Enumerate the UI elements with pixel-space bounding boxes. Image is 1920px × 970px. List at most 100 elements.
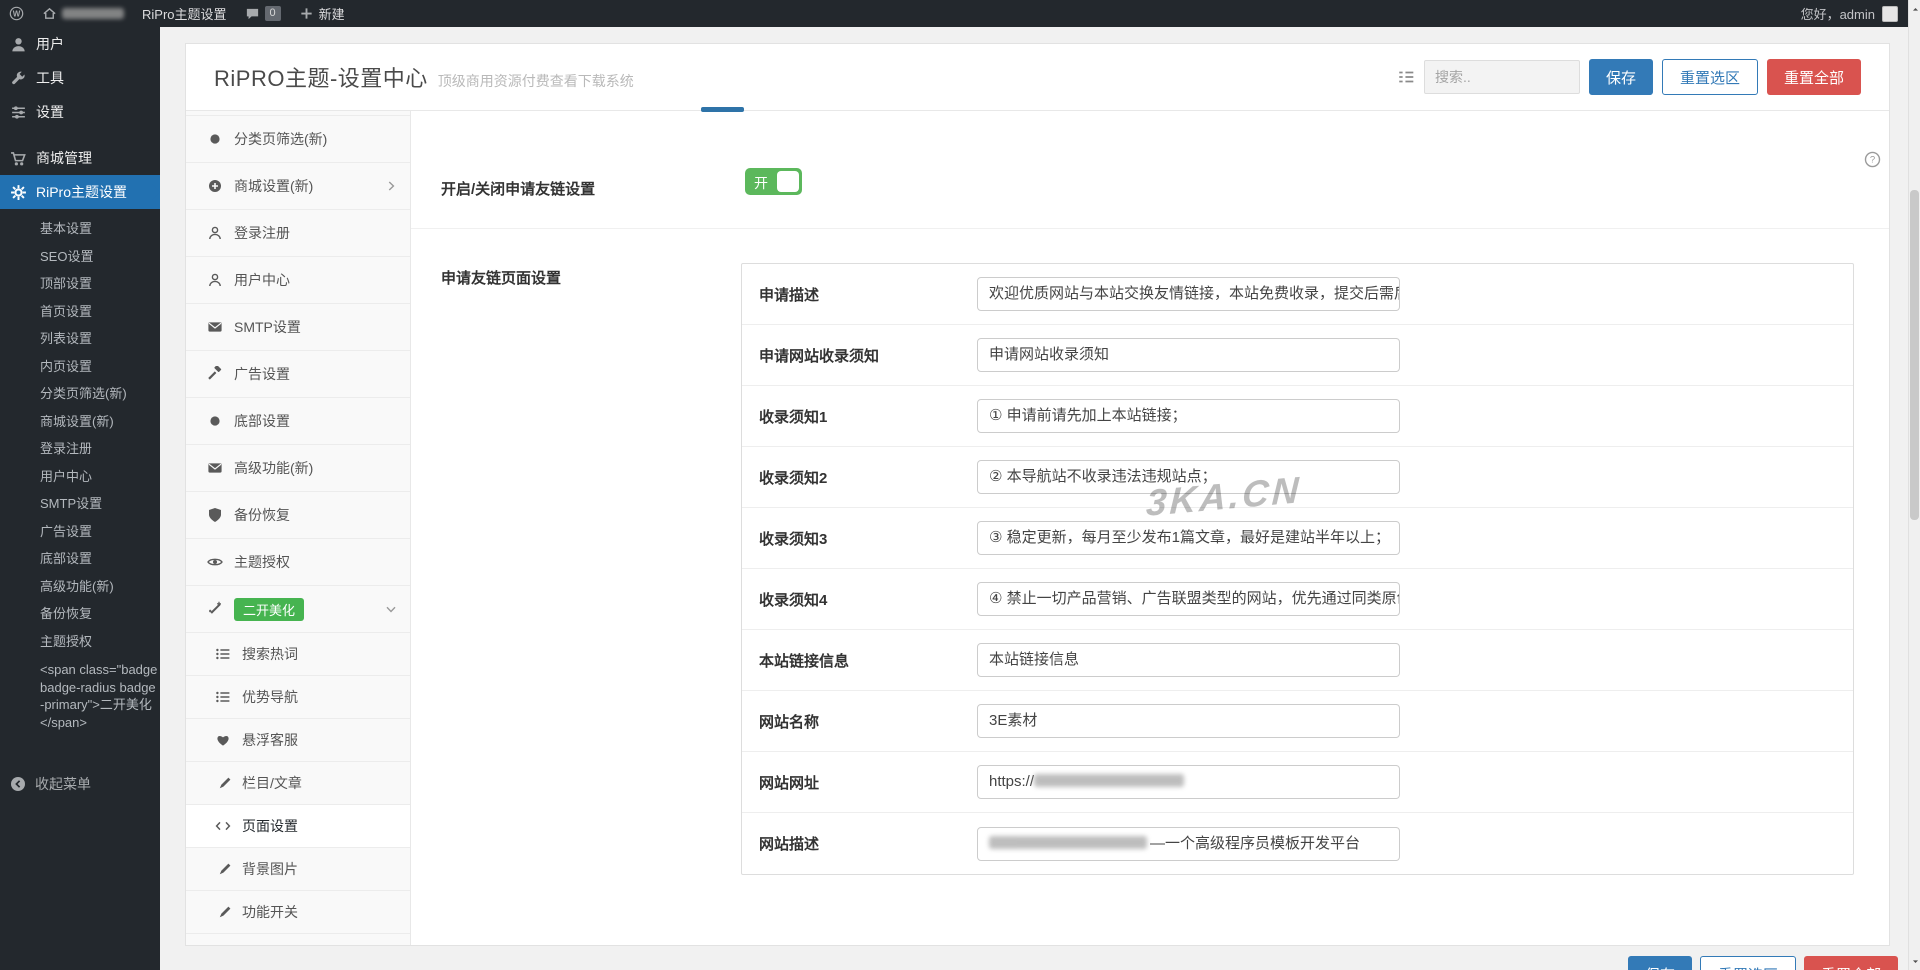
scrollbar-thumb[interactable] — [1910, 190, 1919, 520]
footer-save-button[interactable]: 保存 — [1628, 956, 1692, 970]
sidebar-item-cart[interactable]: 商城管理 — [0, 141, 160, 175]
brush-icon — [214, 904, 231, 920]
field-input[interactable]: 申请网站收录须知 — [977, 338, 1400, 372]
settings-nav-item[interactable]: 广告设置 — [186, 351, 410, 398]
field-input[interactable]: ③ 稳定更新，每月至少发布1篇文章，最好是建站半年以上； — [977, 521, 1400, 555]
settings-nav-item[interactable]: 搜索热词 — [186, 633, 410, 676]
save-button[interactable]: 保存 — [1589, 59, 1653, 95]
settings-nav-item[interactable]: 功能开关 — [186, 891, 410, 934]
footer-reset-all-button[interactable]: 重置全部 — [1804, 956, 1898, 970]
settings-content: 开启/关闭申请友链设置 开 ? 申请友链页面设置 申请描述欢迎优质网站与本站交换… — [411, 111, 1889, 945]
settings-nav-item[interactable]: 页面设置 — [186, 805, 410, 848]
collapse-menu-button[interactable]: 收起菜单 — [0, 767, 160, 801]
sidebar-subitem[interactable]: 顶部设置 — [0, 270, 160, 298]
field-input[interactable]: ① 申请前请先加上本站链接； — [977, 399, 1400, 433]
settings-nav-item[interactable]: 主题授权 — [186, 539, 410, 586]
search-input[interactable] — [1424, 60, 1580, 94]
field-input[interactable]: ④ 禁止一切产品营销、广告联盟类型的网站，优先通过同类原创、 — [977, 582, 1400, 616]
settings-nav-item[interactable]: 分类页筛选(新) — [186, 116, 410, 163]
help-icon[interactable]: ? — [1864, 151, 1881, 173]
settings-nav-item[interactable]: 悬浮客服 — [186, 719, 410, 762]
scrollbar-down-icon[interactable] — [1909, 954, 1920, 968]
settings-nav-label: 高级功能(新) — [234, 458, 313, 478]
friend-link-settings-card: 申请描述欢迎优质网站与本站交换友情链接，本站免费收录，提交后需后台申请网站收录须… — [741, 263, 1854, 875]
field-value: ② 本导航站不收录违法违规站点； — [989, 468, 1217, 485]
settings-nav-label: 功能开关 — [242, 902, 298, 922]
field-value: https:// — [989, 773, 1034, 790]
sidebar-subitem[interactable]: 列表设置 — [0, 325, 160, 353]
wp-logo-menu[interactable]: W — [0, 0, 33, 27]
main-area: RiPRO主题-设置中心 顶级商用资源付费查看下载系统 保存 重置选区 重置全部… — [160, 27, 1908, 970]
settings-nav-label: 商城设置(新) — [234, 176, 313, 196]
sidebar-item-label: 设置 — [36, 102, 64, 122]
sidebar-subitem[interactable]: 基本设置 — [0, 215, 160, 243]
toggle-columns-icon[interactable] — [1397, 68, 1415, 86]
wordpress-icon: W — [9, 6, 24, 21]
sidebar-subitem[interactable]: 分类页筛选(新) — [0, 380, 160, 408]
settings-nav-label: 主题授权 — [234, 552, 290, 572]
sidebar-item-sliders[interactable]: 设置 — [0, 95, 160, 129]
reset-all-button[interactable]: 重置全部 — [1767, 59, 1861, 95]
reset-section-button[interactable]: 重置选区 — [1662, 59, 1758, 95]
sidebar-subitem[interactable]: 高级功能(新) — [0, 573, 160, 601]
settings-nav-item[interactable]: 登录注册 — [186, 210, 410, 257]
field-input[interactable]: —一个高级程序员模板开发平台 — [977, 827, 1400, 861]
sidebar-subitem[interactable]: 商城设置(新) — [0, 408, 160, 436]
friend-link-toggle[interactable]: 开 — [745, 168, 802, 195]
sidebar-subitem[interactable]: 登录注册 — [0, 435, 160, 463]
settings-nav-label: 用户中心 — [234, 270, 290, 290]
tab-indicator — [701, 107, 744, 112]
sidebar-subitem[interactable]: 用户中心 — [0, 463, 160, 491]
settings-nav-item[interactable]: 二开美化 — [186, 586, 410, 633]
field-label: 收录须知3 — [742, 528, 977, 549]
page-scrollbar[interactable] — [1908, 0, 1920, 970]
sidebar-item-raw-badge[interactable]: <span class="badge badge-radius badge-pr… — [0, 661, 158, 731]
settings-nav-item[interactable]: 底部设置 — [186, 398, 410, 445]
sidebar-subitem[interactable]: 首页设置 — [0, 298, 160, 326]
field-label: 网站名称 — [742, 711, 977, 732]
brush-icon — [214, 775, 231, 791]
avatar[interactable] — [1882, 6, 1898, 22]
sidebar-subitem[interactable]: 备份恢复 — [0, 600, 160, 628]
settings-nav-label: 登录注册 — [234, 223, 290, 243]
sidebar-subitem[interactable]: 广告设置 — [0, 518, 160, 546]
heart-icon — [214, 732, 231, 748]
settings-nav-item[interactable]: 背景图片 — [186, 848, 410, 891]
site-name-blurred — [62, 8, 124, 19]
settings-nav-item[interactable]: 商城设置(新) — [186, 163, 410, 210]
field-input[interactable]: 欢迎优质网站与本站交换友情链接，本站免费收录，提交后需后台 — [977, 277, 1400, 311]
adminbar-ripro-menu[interactable]: RiPro主题设置 — [133, 0, 236, 27]
field-input[interactable]: https:// — [977, 765, 1400, 799]
settings-nav-label: 底部设置 — [234, 411, 290, 431]
settings-nav-label: 悬浮客服 — [242, 730, 298, 750]
sidebar-subitem[interactable]: 内页设置 — [0, 353, 160, 381]
sidebar-subitem[interactable]: 主题授权 — [0, 628, 160, 656]
form-row: 本站链接信息本站链接信息 — [742, 630, 1853, 691]
sidebar-item-wrench[interactable]: 工具 — [0, 61, 160, 95]
footer-reset-section-button[interactable]: 重置选区 — [1700, 956, 1796, 970]
settings-nav-item[interactable]: 用户中心 — [186, 257, 410, 304]
settings-nav-item[interactable]: 优势导航 — [186, 676, 410, 719]
sidebar-subitem[interactable]: SEO设置 — [0, 243, 160, 271]
sidebar-subitem[interactable]: 底部设置 — [0, 545, 160, 573]
settings-nav-item[interactable]: 高级功能(新) — [186, 445, 410, 492]
settings-nav-item[interactable]: 备份恢复 — [186, 492, 410, 539]
sidebar-item-label: 工具 — [36, 68, 64, 88]
new-content-menu[interactable]: 新建 — [290, 0, 354, 27]
scrollbar-up-icon[interactable] — [1909, 2, 1920, 16]
settings-nav-item[interactable]: 栏目/文章 — [186, 762, 410, 805]
sidebar-subitem[interactable]: SMTP设置 — [0, 490, 160, 518]
comments-menu[interactable]: 0 — [236, 0, 290, 27]
shield-icon — [206, 507, 223, 523]
field-input[interactable]: ② 本导航站不收录违法违规站点； — [977, 460, 1400, 494]
field-input[interactable]: 3E素材 — [977, 704, 1400, 738]
sidebar-item-user[interactable]: 用户 — [0, 27, 160, 61]
settings-nav-item[interactable]: SMTP设置 — [186, 304, 410, 351]
site-menu[interactable] — [33, 0, 133, 27]
settings-nav-label: 二开美化 — [234, 598, 304, 621]
form-row: 收录须知2② 本导航站不收录违法违规站点； — [742, 447, 1853, 508]
adminbar-ripro-label: RiPro主题设置 — [142, 4, 227, 23]
field-input[interactable]: 本站链接信息 — [977, 643, 1400, 677]
account-greeting[interactable]: 您好，admin — [1801, 4, 1875, 23]
sidebar-item-gear[interactable]: RiPro主题设置 — [0, 175, 160, 209]
